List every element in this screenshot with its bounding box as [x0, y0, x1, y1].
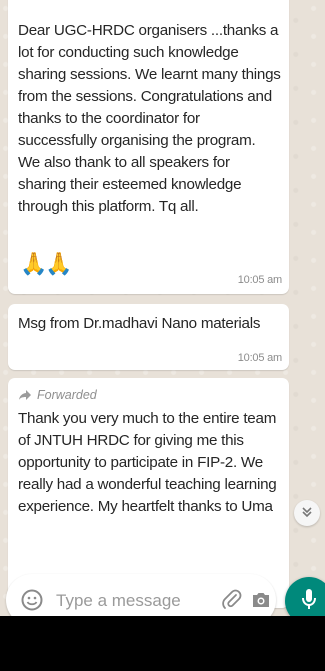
message-bubble[interactable]: Msg from Dr.madhavi Nano materials 10:05…: [8, 304, 289, 370]
scroll-to-bottom-button[interactable]: [294, 500, 320, 526]
message-text: Dear UGC-HRDC organisers ...thanks a lot…: [18, 22, 281, 215]
praying-hands-emoji: 🙏🙏: [20, 251, 73, 276]
mic-icon: [300, 587, 318, 616]
message-text: Thank you very much to the entire team o…: [18, 410, 277, 515]
double-chevron-down-icon: [301, 505, 313, 521]
forwarded-label: Forwarded: [8, 378, 289, 408]
message-time: 10:05 am: [237, 352, 282, 364]
message-text: Msg from Dr.madhavi Nano materials: [18, 315, 261, 332]
forwarded-text: Forwarded: [37, 388, 97, 402]
message-time: 10:05 am: [237, 274, 282, 286]
forward-arrow-icon: [18, 389, 32, 401]
camera-icon[interactable]: [249, 588, 273, 612]
emoji-icon[interactable]: [20, 588, 44, 612]
bottom-black-bar: [0, 616, 325, 671]
message-bubble[interactable]: Dear UGC-HRDC organisers ...thanks a lot…: [8, 0, 289, 294]
chat-area[interactable]: Dear UGC-HRDC organisers ...thanks a lot…: [0, 0, 325, 616]
paperclip-icon[interactable]: [220, 588, 244, 612]
mic-button[interactable]: [285, 577, 325, 616]
message-input[interactable]: [54, 586, 208, 616]
message-composer: [6, 574, 276, 616]
